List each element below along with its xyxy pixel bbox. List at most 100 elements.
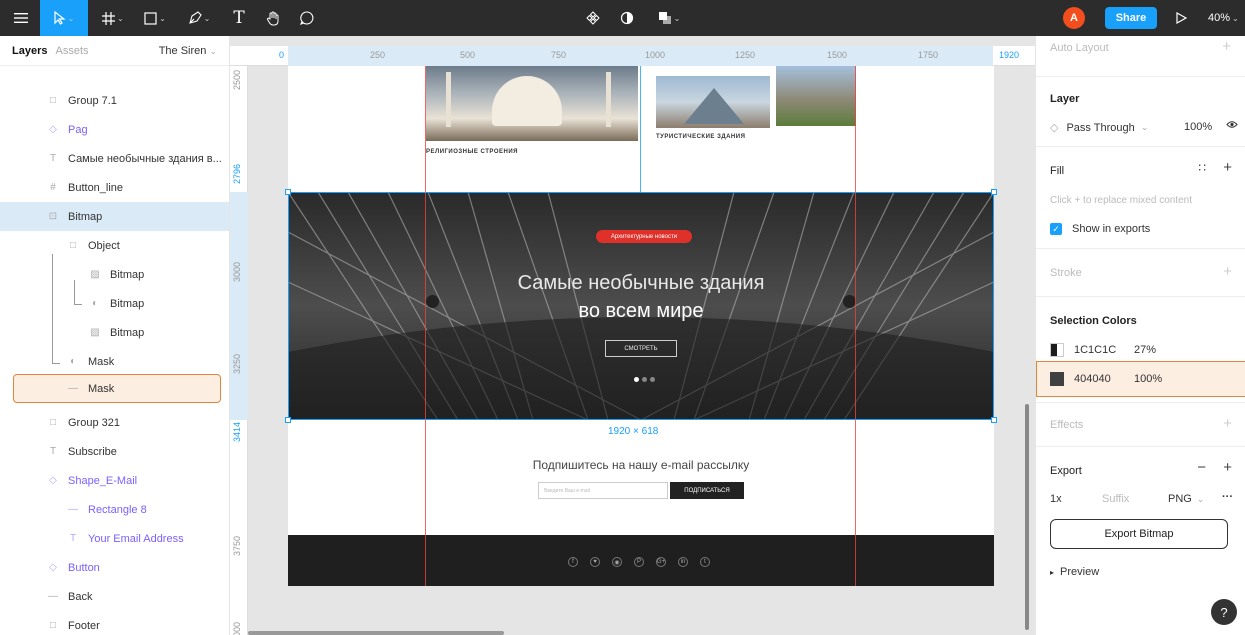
- add-stroke-button[interactable]: +: [1223, 263, 1232, 280]
- selection-color-row[interactable]: 1C1C1C 27%: [1050, 343, 1156, 357]
- instagram-icon[interactable]: ◉: [612, 557, 622, 567]
- resize-handle[interactable]: [991, 417, 997, 423]
- zoom-value: 40%: [1208, 12, 1231, 24]
- resize-handle[interactable]: [991, 189, 997, 195]
- color-swatch[interactable]: [1050, 372, 1064, 386]
- export-format-select[interactable]: PNG ⌄: [1168, 493, 1204, 505]
- tab-assets[interactable]: Assets: [55, 45, 88, 57]
- share-button[interactable]: Share: [1105, 7, 1157, 29]
- ruler-label: 1000: [645, 50, 666, 60]
- chichen-itza-image[interactable]: [776, 66, 856, 126]
- layer-group-7-1[interactable]: □ Group 7.1: [0, 86, 229, 115]
- show-in-exports-checkbox[interactable]: ✓ Show in exports: [1050, 223, 1150, 235]
- preview-label: Preview: [1060, 566, 1100, 578]
- add-fill-button[interactable]: +: [1223, 159, 1232, 176]
- text-icon: T: [49, 446, 57, 457]
- layer-title-text[interactable]: T Самые необычные здания в...: [0, 144, 229, 173]
- layer-label: Mask: [88, 355, 115, 368]
- color-hex: 1C1C1C: [1074, 344, 1117, 356]
- layer-label: Button: [68, 561, 100, 574]
- add-export-button[interactable]: +: [1223, 459, 1232, 476]
- export-scale[interactable]: 1x: [1050, 493, 1062, 505]
- layer-group-321[interactable]: □ Group 321: [0, 408, 229, 437]
- group-icon: ⊡: [48, 211, 58, 222]
- selection-box: [288, 192, 994, 420]
- color-opacity: 27%: [1134, 344, 1157, 356]
- layer-bitmap-1[interactable]: ▨ Bitmap: [0, 260, 229, 289]
- layer-bitmap-2[interactable]: ◐ Bitmap: [0, 289, 229, 318]
- layer-opacity[interactable]: 100%: [1184, 121, 1212, 133]
- layer-subscribe[interactable]: T Subscribe: [0, 437, 229, 466]
- selection-color-row[interactable]: 404040 100%: [1050, 372, 1162, 386]
- help-button[interactable]: ?: [1211, 599, 1237, 625]
- heart-icon[interactable]: ♥: [590, 557, 600, 567]
- remove-export-button[interactable]: −: [1197, 459, 1206, 476]
- blend-mode-select[interactable]: ◇ Pass Through ⌄: [1050, 121, 1148, 135]
- add-auto-layout-button[interactable]: +: [1222, 38, 1231, 55]
- preview-toggle[interactable]: ▸ Preview: [1050, 566, 1099, 578]
- layer-your-email-address[interactable]: T Your Email Address: [0, 524, 229, 553]
- horizontal-scrollbar[interactable]: [248, 631, 504, 635]
- boolean-ops-button[interactable]: ⌄: [650, 0, 688, 36]
- layer-rectangle-8[interactable]: — Rectangle 8: [0, 495, 229, 524]
- boolean-icon: [658, 12, 671, 24]
- hand-tool-button[interactable]: [262, 0, 284, 36]
- layer-back[interactable]: — Back: [0, 582, 229, 611]
- google-plus-icon[interactable]: G+: [656, 557, 666, 567]
- export-bitmap-button[interactable]: Export Bitmap: [1050, 519, 1228, 549]
- linkedin-icon[interactable]: in: [678, 557, 688, 567]
- stroke-section: Stroke +: [1036, 248, 1245, 296]
- style-grid-icon[interactable]: ∷: [1198, 161, 1206, 175]
- layer-mask-2[interactable]: — Mask: [13, 374, 221, 403]
- contrast-mask-icon[interactable]: [616, 0, 638, 36]
- subscribe-email-input[interactable]: Введите Ваш e-mail: [538, 482, 668, 499]
- layer-label: Group 321: [68, 416, 120, 429]
- mask-icon: ◐: [91, 298, 99, 309]
- more-options-icon[interactable]: ···: [1222, 491, 1233, 503]
- design-canvas[interactable]: РЕЛИГИОЗНЫЕ СТРОЕНИЯ ТУРИСТИЧЕСКИЕ ЗДАНИ…: [248, 66, 1035, 635]
- layer-object[interactable]: □ Object: [0, 231, 229, 260]
- add-effect-button[interactable]: +: [1223, 415, 1232, 432]
- color-hex: 404040: [1074, 373, 1111, 385]
- louvre-image[interactable]: [656, 76, 770, 128]
- pinterest-icon[interactable]: P: [634, 557, 644, 567]
- components-icon[interactable]: [582, 0, 604, 36]
- page-selector[interactable]: The Siren ⌄: [159, 45, 217, 57]
- present-play-icon[interactable]: [1170, 0, 1192, 36]
- color-swatch[interactable]: [1050, 343, 1064, 357]
- layer-button[interactable]: ◇ Button: [0, 553, 229, 582]
- avatar[interactable]: A: [1063, 7, 1085, 29]
- tab-layers[interactable]: Layers: [12, 45, 47, 57]
- move-tool-button[interactable]: ⌄: [40, 0, 88, 36]
- export-suffix-input[interactable]: Suffix: [1102, 493, 1129, 505]
- auto-layout-title: Auto Layout: [1050, 42, 1109, 54]
- resize-handle[interactable]: [285, 189, 291, 195]
- caption-religious: РЕЛИГИОЗНЫЕ СТРОЕНИЯ: [426, 149, 518, 155]
- resize-handle[interactable]: [285, 417, 291, 423]
- rectangle-icon: [144, 11, 157, 25]
- comment-tool-button[interactable]: [296, 0, 318, 36]
- layer-pag[interactable]: ◇ Pag: [0, 115, 229, 144]
- layer-button-line[interactable]: # Button_line: [0, 173, 229, 202]
- layer-footer[interactable]: □ Footer: [0, 611, 229, 635]
- hamburger-icon[interactable]: [10, 0, 32, 36]
- layer-bitmap-3[interactable]: ▨ Bitmap: [0, 318, 229, 347]
- layer-bitmap-group[interactable]: ⊡ Bitmap: [0, 202, 229, 231]
- layer-mask-1[interactable]: ◐ Mask: [0, 347, 229, 376]
- taj-mahal-image[interactable]: [426, 66, 638, 141]
- zoom-dropdown[interactable]: 40% ⌄: [1208, 0, 1239, 36]
- text-tool-button[interactable]: T: [228, 0, 250, 36]
- facebook-icon[interactable]: f: [568, 557, 578, 567]
- vertical-scrollbar[interactable]: [1025, 404, 1029, 630]
- twitter-icon[interactable]: t: [700, 557, 710, 567]
- layer-shape-email[interactable]: ◇ Shape_E-Mail: [0, 466, 229, 495]
- frame-tool-button[interactable]: ⌄: [98, 0, 128, 36]
- footer[interactable]: f ♥ ◉ P G+ in t: [288, 535, 994, 586]
- pen-tool-button[interactable]: ⌄: [183, 0, 215, 36]
- subscribe-button[interactable]: ПОДПИСАТЬСЯ: [670, 482, 744, 499]
- shape-tool-button[interactable]: ⌄: [140, 0, 170, 36]
- component-icon: ◇: [49, 124, 57, 135]
- eye-icon[interactable]: [1226, 120, 1238, 129]
- ruler-label: 3250: [232, 354, 242, 375]
- group-icon: □: [69, 240, 77, 251]
